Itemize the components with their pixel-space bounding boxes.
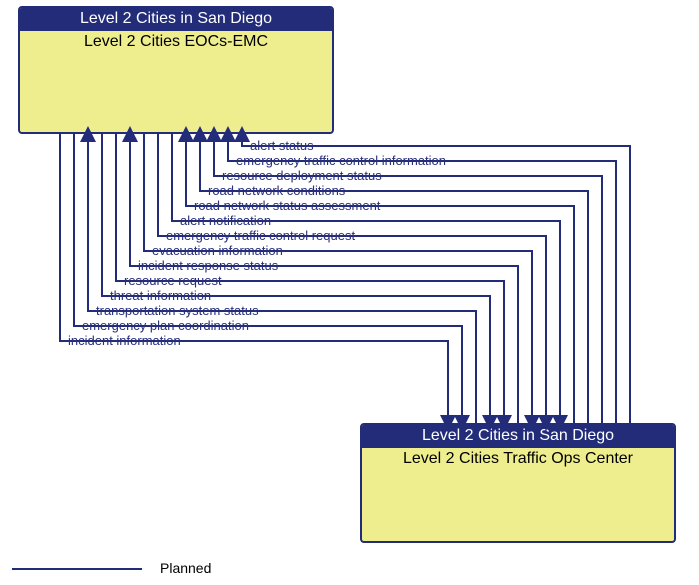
- flow-label: incident information: [68, 333, 181, 348]
- flow-label: emergency plan coordination: [82, 318, 249, 333]
- legend-line: [12, 568, 142, 570]
- legend-label: Planned: [160, 560, 211, 576]
- flow-label: alert status: [250, 138, 314, 153]
- node-traffic-ops-sub: Level 2 Cities Traffic Ops Center: [362, 448, 674, 470]
- node-traffic-ops: Level 2 Cities in San Diego Level 2 Citi…: [360, 423, 676, 543]
- flow-label: emergency traffic control request: [166, 228, 355, 243]
- flow-label: emergency traffic control information: [236, 153, 446, 168]
- flow-label: road network conditions: [208, 183, 345, 198]
- node-eocs-emc-header: Level 2 Cities in San Diego: [20, 8, 332, 31]
- flow-label: evacuation information: [152, 243, 283, 258]
- flow-label: alert notification: [180, 213, 271, 228]
- flow-label: road network status assessment: [194, 198, 380, 213]
- node-eocs-emc: Level 2 Cities in San Diego Level 2 Citi…: [18, 6, 334, 134]
- flow-label: threat information: [110, 288, 211, 303]
- node-traffic-ops-header: Level 2 Cities in San Diego: [362, 425, 674, 448]
- flow-label: resource request: [124, 273, 222, 288]
- flow-label: resource deployment status: [222, 168, 382, 183]
- node-eocs-emc-sub: Level 2 Cities EOCs-EMC: [20, 31, 332, 53]
- flow-label: transportation system status: [96, 303, 259, 318]
- diagram-stage: Level 2 Cities in San Diego Level 2 Citi…: [0, 0, 699, 585]
- flow-label: incident response status: [138, 258, 278, 273]
